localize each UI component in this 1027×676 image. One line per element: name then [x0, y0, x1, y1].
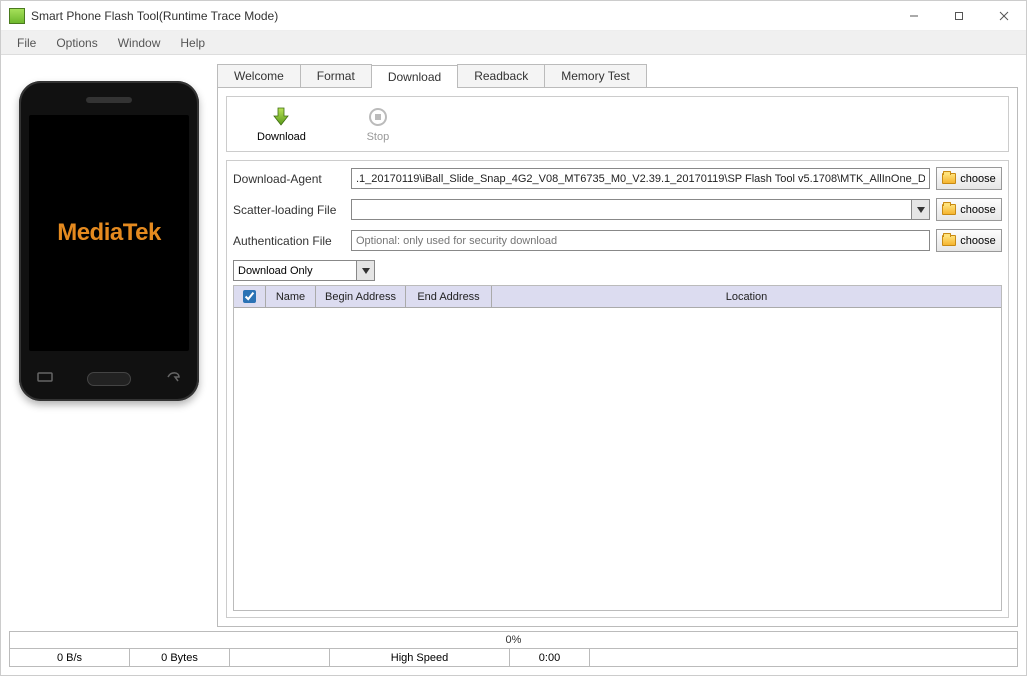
- table-header: Name Begin Address End Address Location: [234, 286, 1001, 308]
- phone-illustration-panel: BM MediaTek: [9, 63, 209, 627]
- choose-label: choose: [960, 173, 995, 185]
- close-button[interactable]: [981, 1, 1026, 30]
- header-location[interactable]: Location: [492, 286, 1001, 307]
- phone-speaker: [86, 97, 132, 103]
- download-action-label: Download: [257, 131, 306, 143]
- status-row: 0 B/s 0 Bytes High Speed 0:00: [9, 649, 1018, 667]
- tab-readback[interactable]: Readback: [457, 64, 545, 87]
- status-speed: 0 B/s: [10, 649, 130, 666]
- table-body: [234, 308, 1001, 610]
- download-agent-label: Download-Agent: [233, 172, 345, 186]
- status-time: 0:00: [510, 649, 590, 666]
- stop-action[interactable]: Stop: [366, 105, 390, 143]
- choose-label: choose: [960, 204, 995, 216]
- auth-choose-button[interactable]: choose: [936, 229, 1002, 252]
- status-empty2: [590, 649, 1017, 666]
- maximize-button[interactable]: [936, 1, 981, 30]
- form-box: Download-Agent choose Scatter-loading Fi…: [226, 160, 1009, 618]
- status-bytes: 0 Bytes: [130, 649, 230, 666]
- header-checkbox-cell: [234, 286, 266, 307]
- tab-pane-download: Download Stop Download-Agent: [217, 87, 1018, 627]
- mode-row: Download Only: [233, 260, 1002, 281]
- window-title: Smart Phone Flash Tool(Runtime Trace Mod…: [31, 9, 278, 23]
- auth-file-input[interactable]: [351, 230, 930, 251]
- stop-icon: [366, 105, 390, 129]
- menu-file[interactable]: File: [7, 33, 46, 53]
- scatter-file-row: Scatter-loading File choose: [233, 198, 1002, 221]
- status-area: 0% 0 B/s 0 Bytes High Speed 0:00: [1, 627, 1026, 675]
- phone-screen: MediaTek: [29, 115, 189, 351]
- progress-text: 0%: [506, 634, 522, 646]
- status-empty1: [230, 649, 330, 666]
- maximize-icon: [954, 11, 964, 21]
- scatter-file-label: Scatter-loading File: [233, 203, 345, 217]
- main-panel: Welcome Format Download Readback Memory …: [217, 63, 1018, 627]
- menu-bar: File Options Window Help: [1, 31, 1026, 55]
- partition-table: Name Begin Address End Address Location: [233, 285, 1002, 611]
- app-window: Smart Phone Flash Tool(Runtime Trace Mod…: [0, 0, 1027, 676]
- phone-menu-icon: [36, 368, 54, 389]
- auth-file-label: Authentication File: [233, 234, 345, 248]
- header-begin-address[interactable]: Begin Address: [316, 286, 406, 307]
- stop-action-label: Stop: [367, 131, 390, 143]
- download-arrow-icon: [269, 105, 293, 129]
- phone-home-button: [87, 372, 131, 386]
- body: BM MediaTek Welcome: [1, 55, 1026, 627]
- auth-file-row: Authentication File choose: [233, 229, 1002, 252]
- tab-format[interactable]: Format: [300, 64, 372, 87]
- phone-illustration: BM MediaTek: [19, 81, 199, 401]
- phone-brand-label: MediaTek: [57, 219, 161, 247]
- download-agent-input[interactable]: [351, 168, 930, 189]
- scatter-choose-button[interactable]: choose: [936, 198, 1002, 221]
- header-name[interactable]: Name: [266, 286, 316, 307]
- header-end-address[interactable]: End Address: [406, 286, 492, 307]
- scatter-file-combo[interactable]: [351, 199, 930, 220]
- folder-icon: [942, 173, 956, 184]
- tab-download[interactable]: Download: [371, 65, 458, 88]
- phone-button-row: [19, 368, 199, 389]
- download-mode-select[interactable]: Download Only: [233, 260, 375, 281]
- menu-help[interactable]: Help: [170, 33, 215, 53]
- download-mode-selected: Download Only: [238, 265, 313, 277]
- download-agent-choose-button[interactable]: choose: [936, 167, 1002, 190]
- download-agent-row: Download-Agent choose: [233, 167, 1002, 190]
- tab-bar: Welcome Format Download Readback Memory …: [217, 63, 1018, 87]
- close-icon: [999, 11, 1009, 21]
- folder-icon: [942, 235, 956, 246]
- menu-window[interactable]: Window: [108, 33, 171, 53]
- tab-welcome[interactable]: Welcome: [217, 64, 301, 87]
- download-action[interactable]: Download: [257, 105, 306, 143]
- menu-options[interactable]: Options: [46, 33, 107, 53]
- app-icon: [9, 8, 25, 24]
- minimize-icon: [909, 11, 919, 21]
- minimize-button[interactable]: [891, 1, 936, 30]
- title-bar: Smart Phone Flash Tool(Runtime Trace Mod…: [1, 1, 1026, 31]
- phone-back-icon: [164, 368, 182, 389]
- folder-icon: [942, 204, 956, 215]
- progress-bar: 0%: [9, 631, 1018, 649]
- select-all-checkbox[interactable]: [243, 290, 256, 303]
- status-mode: High Speed: [330, 649, 510, 666]
- tab-memory-test[interactable]: Memory Test: [544, 64, 646, 87]
- chevron-down-icon: [911, 200, 929, 219]
- choose-label: choose: [960, 235, 995, 247]
- action-toolbar: Download Stop: [226, 96, 1009, 152]
- chevron-down-icon: [356, 261, 374, 280]
